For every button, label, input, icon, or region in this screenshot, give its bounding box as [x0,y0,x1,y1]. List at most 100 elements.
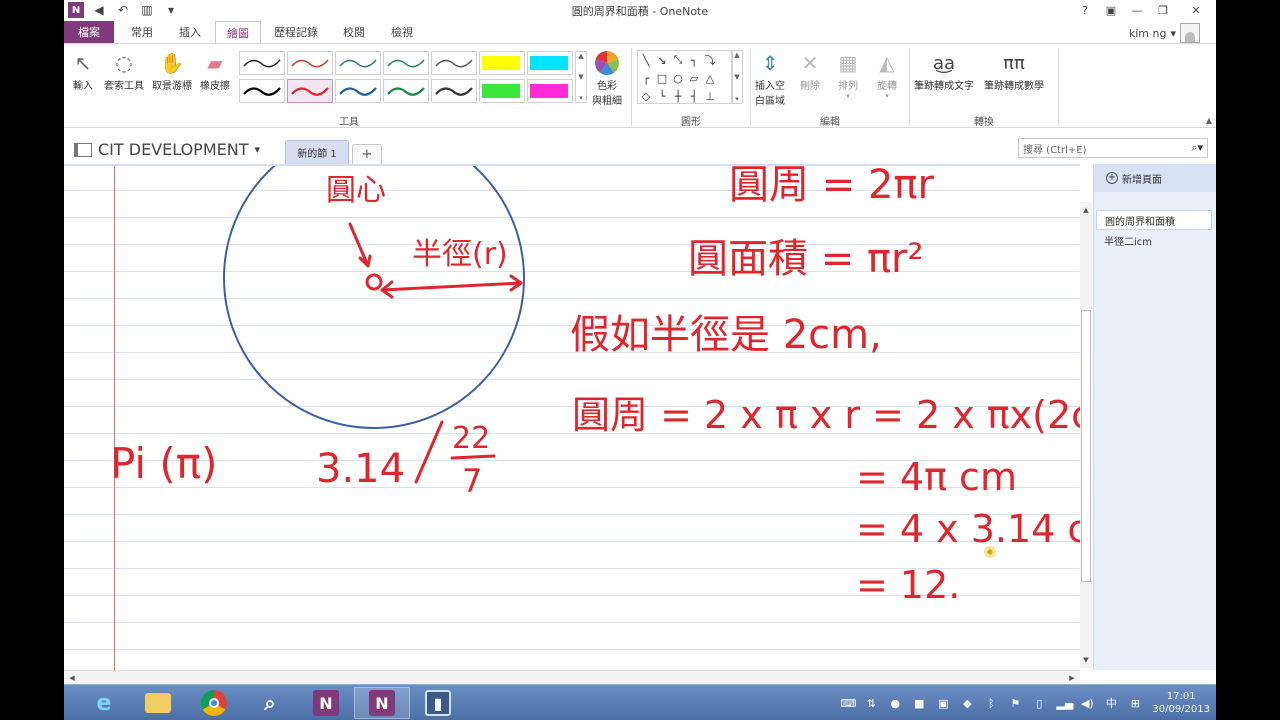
app-tray-icon[interactable]: ● [888,697,902,710]
page-canvas[interactable]: 圓心 半徑(r) 圓周 = 2πr 圓面積 = πr² 假如半徑是 2cm, 圓… [64,164,1080,670]
highlighter-swatch[interactable] [527,51,573,75]
keyboard-icon[interactable]: ⌨ [840,697,856,710]
ink-to-text-button[interactable]: a͜a 筆跡轉成文字 [914,49,974,93]
highlighter-swatch[interactable] [479,51,525,75]
taskbar-magnifier[interactable]: ⌕ [242,687,298,719]
chevron-up-icon[interactable]: ▲ [578,52,583,60]
battery-icon[interactable]: ▯ [1032,697,1046,710]
taskbar-onenote-clipper[interactable]: N [298,687,354,719]
chevron-down-icon[interactable]: ▼ [734,73,739,81]
insert-space-icon: ⇕ [761,51,779,75]
scroll-thumb[interactable] [1081,310,1091,582]
pen-swatch[interactable] [431,79,477,103]
tray-app-icon[interactable]: ◆ [960,697,974,710]
more-icon[interactable]: ▾ [579,94,583,102]
pen-swatch[interactable] [383,51,429,75]
add-page-button[interactable]: + 新增頁面 [1094,164,1216,192]
pen-gallery-scroll[interactable]: ▲ ▼ ▾ [575,51,587,103]
lasso-select-button[interactable]: ◌ 套索工具 [104,49,144,92]
shape-gallery-scroll[interactable]: ▲ ▼ ▾ [731,50,743,104]
rectangle-shape-icon[interactable]: □ [654,69,670,87]
input-language-indicator[interactable]: 中 [1104,695,1118,711]
minimize-button[interactable]: — [1124,0,1150,20]
help-button[interactable]: ? [1072,0,1098,20]
user-account[interactable]: kim ng ▾ [1129,23,1200,43]
type-button[interactable]: ↖ 輸入 [68,49,98,92]
rounded-corner-shape-icon[interactable]: ┌ [638,69,654,87]
restore-button[interactable]: ❐ [1150,0,1176,20]
input-method-icon[interactable]: ⊞ [1128,697,1142,710]
more-icon[interactable]: ▾ [735,95,739,103]
axis-shape-icon[interactable]: └ [654,87,670,105]
section-tab[interactable]: 新的節 1 [285,140,349,164]
horizontal-scrollbar[interactable]: ◀ ▶ [64,670,1080,684]
pen-swatch[interactable] [287,51,333,75]
taskbar-internet-explorer[interactable]: e [76,687,132,719]
volume-icon[interactable]: ◀) [1080,697,1094,710]
arrange-button[interactable]: ▦ 排列 ▾ [833,49,863,100]
delete-button[interactable]: ✕ 刪除 [795,49,825,92]
highlighter-swatch[interactable] [527,79,573,103]
pen-swatch[interactable] [239,79,285,103]
pen-swatch[interactable] [335,51,381,75]
ribbon-display-options-button[interactable]: ▣ [1098,0,1124,20]
arrow-shape-icon[interactable]: ↘ [654,51,670,69]
scroll-right-icon[interactable]: ▶ [1066,672,1078,684]
double-arrow-shape-icon[interactable]: ⤡ [670,51,686,69]
scroll-up-icon[interactable]: ▲ [1080,204,1092,216]
ellipse-shape-icon[interactable]: ○ [670,69,686,87]
tab-draw[interactable]: 繪圖 [215,21,261,44]
vertical-scrollbar[interactable]: ▲ ▼ [1080,202,1092,668]
eraser-button[interactable]: ▰ 橡皮擦 [200,49,230,92]
tab-review[interactable]: 校閱 [332,21,376,43]
panning-hand-button[interactable]: ✋ 取景游標 [152,49,192,92]
pen-swatch[interactable] [335,79,381,103]
pen-swatch[interactable] [383,79,429,103]
elbow-shape-icon[interactable]: ┐ [686,51,702,69]
pen-swatch[interactable] [287,79,333,103]
line-shape-icon[interactable]: ╲ [638,51,654,69]
insert-space-button[interactable]: ⇕ 插入空 白區域 [755,49,785,107]
notification-flag-icon[interactable]: ⚑ [1008,697,1022,710]
parallelogram-shape-icon[interactable]: ▱ [686,69,702,87]
tab-insert[interactable]: 插入 [168,21,212,43]
elbow-arrow-shape-icon[interactable]: ⤵ [702,51,718,69]
page-item-selected[interactable]: 圓的周界和面積 [1096,210,1212,230]
signal-icon[interactable]: ▂▄ [1056,697,1073,710]
chevron-up-icon[interactable]: ▲ [734,51,739,59]
taskbar-video[interactable]: ▮ [410,687,466,719]
collapse-ribbon-icon[interactable]: ▲ [1206,116,1212,125]
network-status-icon[interactable]: ⇅ [864,697,878,710]
taskbar-chrome[interactable] [186,687,242,719]
scroll-down-icon[interactable]: ▼ [1080,654,1092,666]
triangle-shape-icon[interactable]: △ [702,69,718,87]
tab-file[interactable]: 檔案 [64,21,114,43]
highlighter-swatch[interactable] [479,79,525,103]
notebook-picker[interactable]: CIT DEVELOPMENT ▾ [74,140,260,159]
pen-swatch[interactable] [431,51,477,75]
pen-swatch[interactable] [239,51,285,75]
diamond-shape-icon[interactable]: ◇ [638,87,654,105]
tab-history[interactable]: 歷程記錄 [266,21,326,43]
taskbar-file-explorer[interactable] [130,687,186,719]
close-button[interactable]: ✕ [1176,0,1216,20]
page-item[interactable]: 半徑二icm [1094,230,1216,250]
scroll-left-icon[interactable]: ◀ [66,672,78,684]
tab-view[interactable]: 檢視 [380,21,424,43]
axis-3-shape-icon[interactable]: ┤ [686,87,702,105]
axis-4-shape-icon[interactable]: ⊥ [702,87,718,105]
chevron-down-icon[interactable]: ▼ [578,73,583,81]
tab-home[interactable]: 常用 [120,21,164,43]
search-input[interactable]: 搜尋 (Ctrl+E) ⌕▾ [1018,138,1208,158]
taskbar-onenote[interactable]: N [354,687,410,719]
color-thickness-button[interactable]: 色彩 與粗細 [592,49,622,107]
axis-2-shape-icon[interactable]: ┼ [670,87,686,105]
bluetooth-icon[interactable]: ᛒ [984,697,998,710]
display-tray-icon[interactable]: ▣ [936,697,950,710]
add-section-button[interactable]: + [352,144,382,164]
ink-to-math-button[interactable]: ππ 筆跡轉成數學 [984,49,1044,93]
rotate-button[interactable]: ◭ 旋轉 ▾ [872,49,902,100]
clock[interactable]: 17:01 30/09/2013 [1152,690,1210,716]
search-icon[interactable]: ⌕▾ [1191,141,1203,155]
alert-tray-icon[interactable]: ■ [912,697,926,710]
